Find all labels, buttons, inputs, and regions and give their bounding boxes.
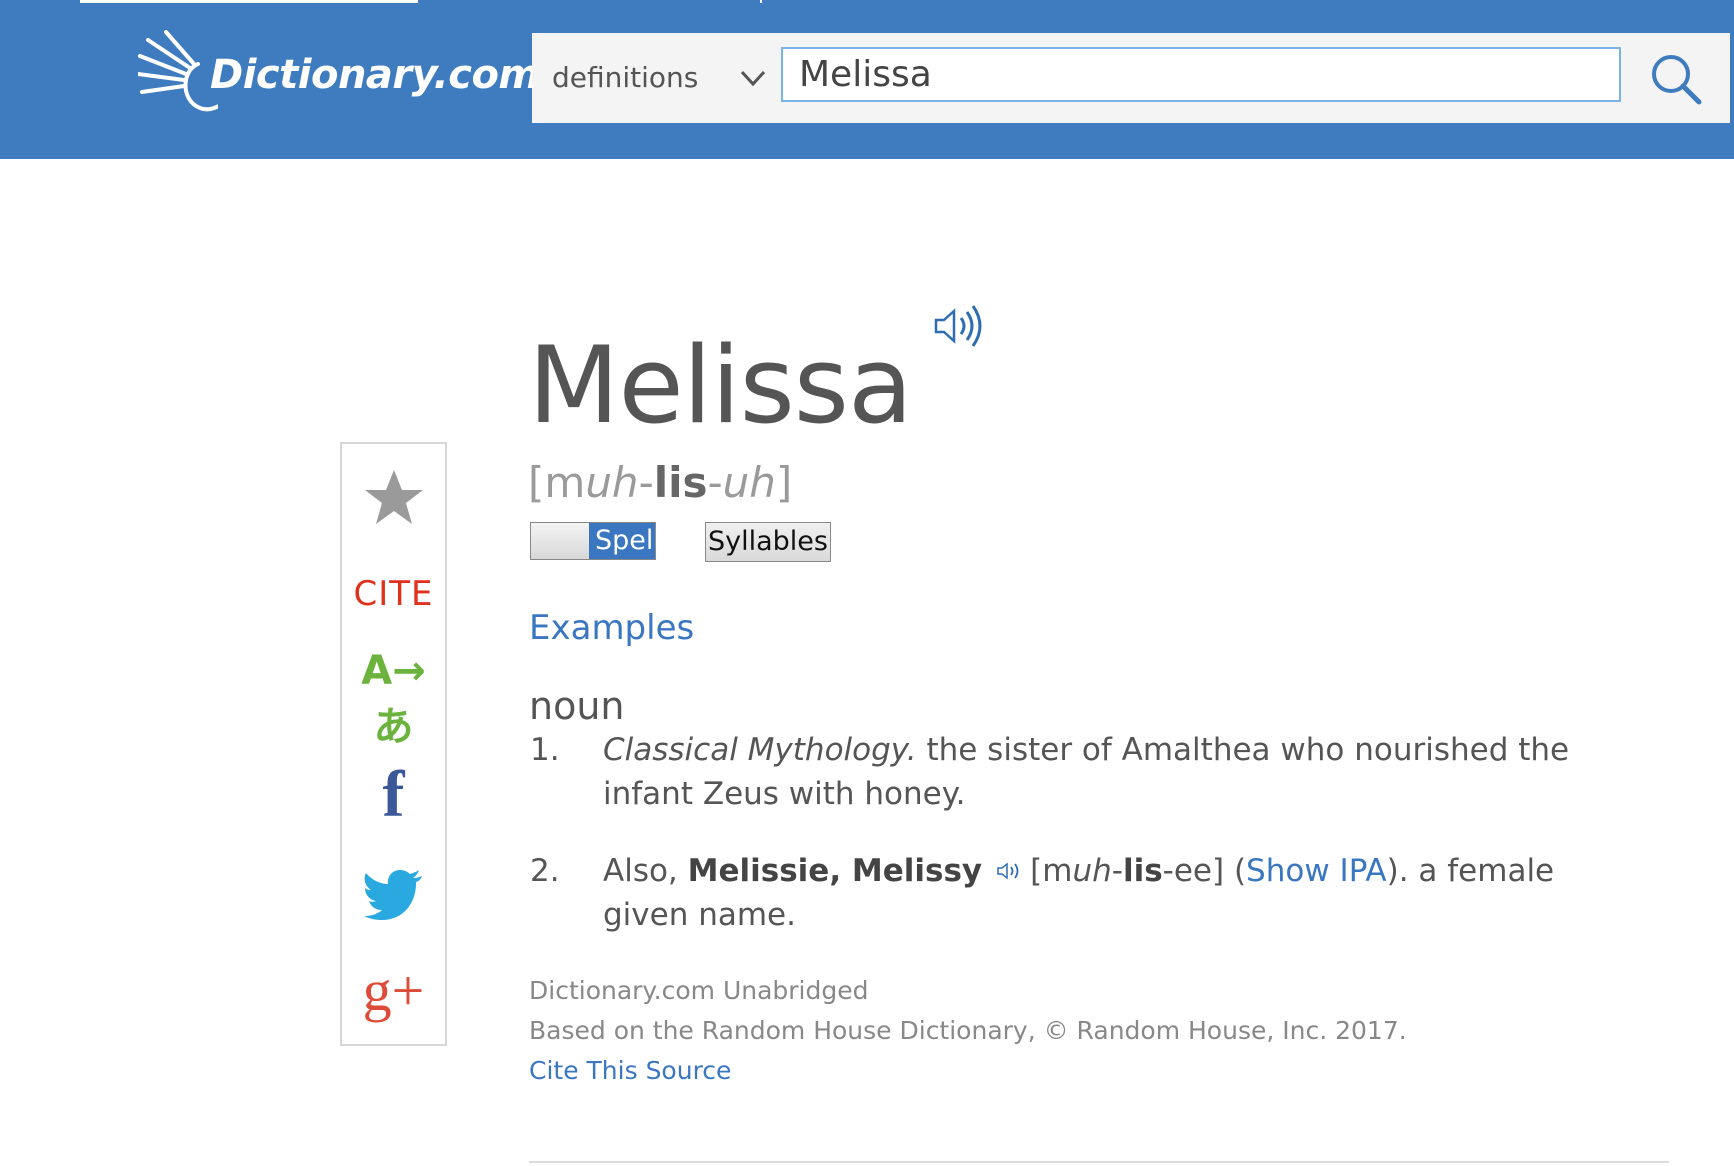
site-logo[interactable]: Dictionary.com [138,30,540,120]
site-header: Dictionary.com definitions [0,0,1734,159]
facebook-share-button[interactable]: f [342,762,445,828]
examples-link[interactable]: Examples [529,608,694,648]
search-mode-dropdown[interactable]: definitions [532,33,780,123]
cite-button[interactable]: CITE [342,574,445,614]
definition-text: Also, Melissie, Melissy [muh-lis-ee] (Sho… [603,853,1555,933]
variant-forms: Melissie, Melissy [687,853,983,889]
spell-toggle[interactable]: Spell [530,522,661,560]
cite-source-link[interactable]: Cite This Source [529,1056,731,1085]
favorite-button[interactable] [342,466,445,530]
search-icon[interactable] [1648,51,1704,107]
speaker-icon[interactable] [930,298,986,354]
translate-button[interactable]: A→あ [342,648,445,752]
show-ipa-link[interactable]: Show IPA [1246,853,1387,889]
definition-label: Classical Mythology. [603,732,917,768]
toggle-knob [531,523,589,559]
googleplus-share-button[interactable]: g+ [342,962,445,1020]
search-input[interactable] [781,47,1621,102]
chevron-down-icon [740,70,766,87]
search-mode-label: definitions [552,61,699,94]
pronunciation: [muh-lis-uh] [528,458,793,507]
logo-text: Dictionary.com [210,52,540,98]
star-icon [364,470,423,524]
twitter-icon [363,870,422,920]
part-of-speech: noun [529,684,625,728]
definition-number: 2. [530,853,560,889]
logo-rays-icon [138,30,218,112]
source-name: Dictionary.com Unabridged [529,976,869,1005]
header-top-divider [760,0,762,3]
search-bar: definitions [532,33,1730,123]
share-sidebar: CITE A→あ f g+ [340,442,447,1046]
syllables-button[interactable]: Syllables [705,522,831,562]
speaker-icon[interactable] [996,858,1022,884]
divider [529,1161,1669,1163]
definition-text: Classical Mythology. the sister of Amalt… [603,732,1570,812]
headword: Melissa [528,324,913,448]
source-credit: Based on the Random House Dictionary, © … [529,1016,1407,1045]
definition-number: 1. [530,732,560,768]
spell-toggle-label: Spell [589,523,661,559]
header-top-strip [80,0,418,3]
twitter-share-button[interactable] [342,870,445,930]
